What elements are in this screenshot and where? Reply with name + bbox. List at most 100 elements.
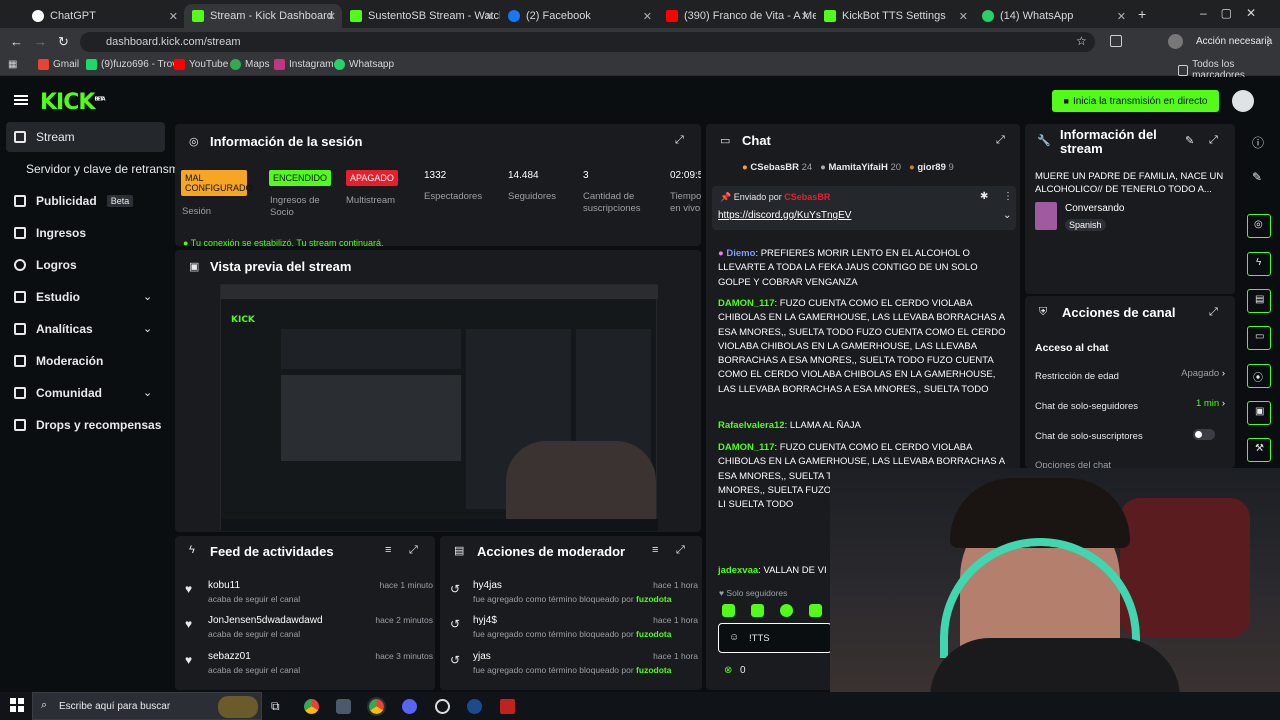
browser-tab[interactable]: (14) WhatsApp ✕	[974, 4, 1132, 28]
edit-icon[interactable]: ✎	[1252, 170, 1262, 184]
setting-row-age[interactable]: Restricción de edad Apagado ›	[1035, 368, 1225, 384]
chat-input[interactable]: ☺ !TTS	[718, 623, 832, 653]
chat-username[interactable]: DAMON_117	[718, 442, 775, 453]
bookmark-gmail[interactable]: Gmail	[38, 59, 79, 70]
category-name[interactable]: Conversando	[1065, 203, 1124, 214]
new-tab-button[interactable]: +	[1138, 6, 1146, 22]
popout-icon[interactable]: ⤢	[1209, 134, 1218, 147]
gifter-name[interactable]: gior89	[917, 162, 946, 173]
task-view-icon[interactable]: ⧉	[271, 699, 280, 714]
windows-start-icon[interactable]	[10, 698, 24, 712]
filter-icon[interactable]: ≡	[652, 544, 658, 556]
username[interactable]: JonJensen5dwadawdawd	[208, 615, 323, 626]
rail-button-session[interactable]: ◎	[1247, 214, 1271, 238]
rail-button-chat[interactable]: ▭	[1247, 326, 1271, 350]
bookmark-instagram[interactable]: Instagram	[274, 59, 333, 70]
close-icon[interactable]: ✕	[801, 10, 810, 23]
bookmark-whatsapp[interactable]: Whatsapp	[334, 59, 394, 70]
sidebar-item-moderacion[interactable]: Moderación	[14, 354, 103, 368]
hamburger-menu-icon[interactable]	[14, 95, 28, 97]
go-live-button[interactable]: ■ Inicia la transmisión en directo	[1052, 90, 1219, 112]
popout-icon[interactable]: ⤢	[676, 544, 685, 557]
username[interactable]: sebazz01	[208, 651, 251, 662]
window-controls[interactable]: –▢✕	[1200, 6, 1270, 20]
emote-icon[interactable]	[809, 604, 822, 617]
moderator-name[interactable]: fuzodota	[636, 594, 671, 604]
sidebar-item-drops[interactable]: Drops y recompensas	[14, 418, 161, 432]
rail-button-preview[interactable]: ▣	[1247, 401, 1271, 425]
browser-tab[interactable]: (2) Facebook ✕	[500, 4, 658, 28]
browser-tab-active[interactable]: Stream - Kick Dashboard ✕	[184, 4, 342, 28]
bookmark-trovo[interactable]: (9)fuzo696 - Trovo	[86, 59, 183, 70]
reload-icon[interactable]: ↻	[58, 34, 69, 50]
rail-button-mod[interactable]: ▤	[1247, 289, 1271, 313]
pinned-user[interactable]: CSebasBR	[784, 192, 830, 202]
profile-action-button[interactable]: Acción necesaria	[1196, 36, 1272, 47]
emote-icon[interactable]	[780, 604, 793, 617]
sidebar-item-server-key[interactable]: Servidor y clave de retransm	[26, 162, 179, 176]
filter-icon[interactable]: ≡	[385, 544, 391, 556]
browser-tab[interactable]: ChatGPT ✕	[24, 4, 184, 28]
close-icon[interactable]: ✕	[643, 10, 652, 23]
dota-icon[interactable]	[500, 699, 515, 714]
close-icon[interactable]: ✕	[327, 10, 336, 23]
apps-icon[interactable]: ▦	[8, 59, 17, 70]
close-icon[interactable]: ✕	[485, 10, 494, 23]
chevron-down-icon[interactable]: ⌄	[1003, 210, 1011, 221]
more-icon[interactable]: ⋮	[1003, 191, 1013, 202]
pin-icon[interactable]: ✱	[980, 191, 988, 202]
star-icon[interactable]: ☆	[1076, 34, 1087, 48]
points-icon[interactable]: ⊗	[724, 665, 732, 676]
chat-username[interactable]: Diemo	[726, 248, 755, 259]
chat-username[interactable]: jadexvaa	[718, 565, 758, 576]
chrome-icon[interactable]	[367, 697, 386, 716]
gifter-name[interactable]: MamitaYifaiH	[829, 162, 888, 173]
sidebar-item-comunidad[interactable]: Comunidad	[14, 386, 102, 400]
popout-icon[interactable]: ⤢	[996, 134, 1005, 147]
back-icon[interactable]: ←	[10, 34, 23, 49]
forward-icon[interactable]: →	[34, 34, 47, 49]
popout-icon[interactable]: ⤢	[1209, 306, 1218, 319]
emoji-icon[interactable]: ☺	[729, 632, 739, 643]
popout-icon[interactable]: ⤢	[409, 544, 418, 557]
taskbar-search[interactable]: ⌕ Escribe aquí para buscar	[32, 692, 262, 720]
username[interactable]: kobu11	[208, 580, 240, 591]
extensions-icon[interactable]	[1110, 35, 1122, 47]
gifter-name[interactable]: CSebasBR	[750, 162, 799, 173]
discord-icon[interactable]	[402, 699, 417, 714]
avatar[interactable]	[1168, 34, 1183, 49]
edit-icon[interactable]: ✎	[1185, 134, 1194, 147]
sidebar-item-ingresos[interactable]: Ingresos	[14, 226, 86, 240]
browser-tab[interactable]: KickBot TTS Settings ✕	[816, 4, 974, 28]
rail-button-broadcast[interactable]: ⦿	[1247, 364, 1271, 388]
sidebar-item-stream[interactable]: Stream	[14, 130, 75, 144]
sidebar-item-publicidad[interactable]: Publicidad Beta	[14, 194, 134, 208]
setting-row-followers[interactable]: Chat de solo-seguidores 1 min ›	[1035, 398, 1225, 414]
moderator-name[interactable]: fuzodota	[636, 629, 671, 639]
browser-tab[interactable]: (390) Franco de Vita - A Medio✕	[658, 4, 816, 28]
popout-icon[interactable]: ⤢	[675, 134, 684, 147]
pinned-link[interactable]: https://discord.gg/KuYsTngEV	[718, 210, 851, 221]
chevron-down-icon[interactable]: ⌄	[143, 322, 152, 335]
avatar[interactable]	[1232, 90, 1254, 112]
close-icon[interactable]: ✕	[1117, 10, 1126, 23]
emote-icon[interactable]	[722, 604, 735, 617]
rail-button-tools[interactable]: ⚒	[1247, 438, 1271, 462]
bookmark-maps[interactable]: Maps	[230, 59, 269, 70]
close-icon[interactable]: ✕	[169, 10, 178, 23]
chrome-icon[interactable]	[304, 699, 319, 714]
sidebar-item-logros[interactable]: Logros	[14, 258, 77, 272]
chat-username[interactable]: Rafaelvalera12	[718, 420, 785, 431]
subs-only-toggle[interactable]	[1193, 429, 1215, 440]
sidebar-item-analiticas[interactable]: Analíticas	[14, 322, 93, 336]
steam-icon[interactable]	[467, 699, 482, 714]
bookmark-youtube[interactable]: YouTube	[174, 59, 228, 70]
chevron-down-icon[interactable]: ⌄	[143, 386, 152, 399]
chevron-down-icon[interactable]: ⌄	[143, 290, 152, 303]
rail-button-activity[interactable]: ϟ	[1247, 252, 1271, 276]
moderator-name[interactable]: fuzodota	[636, 665, 671, 675]
pinned-message[interactable]: 📌 Enviado por CSebasBR https://discord.g…	[712, 186, 1016, 230]
obs-icon[interactable]	[435, 699, 450, 714]
stream-preview-video[interactable]: KICK	[220, 284, 658, 531]
address-bar[interactable]: dashboard.kick.com/stream	[80, 32, 1095, 52]
